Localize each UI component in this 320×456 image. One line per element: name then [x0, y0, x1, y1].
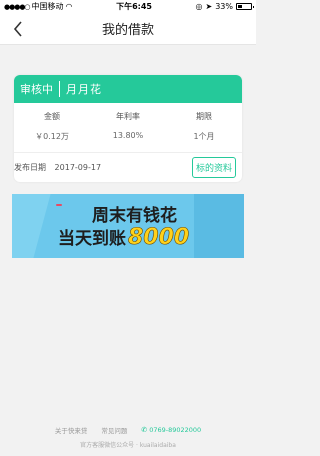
status-bar: ●●●●○ 中国移动 ◠ 下午6:45 ◎ ➤ 33%	[0, 0, 256, 13]
loan-product-name: 月月花	[66, 83, 102, 96]
stat-value: ￥0.12万	[35, 132, 69, 141]
loan-status-badge: 审核中	[20, 83, 53, 96]
loan-stats: 金额 ￥0.12万 年利率 13.80% 期限 1个月	[14, 103, 242, 153]
stat-label: 金额	[44, 112, 60, 121]
stat-term: 期限 1个月	[166, 111, 242, 142]
nav-bar: 我的借款	[0, 13, 256, 45]
battery-icon	[236, 3, 254, 10]
location-icon: ➤	[205, 2, 213, 11]
chevron-left-icon	[13, 21, 22, 37]
banner-decoration	[194, 194, 244, 258]
stat-amount: 金额 ￥0.12万	[14, 111, 90, 142]
footer-phone[interactable]: ✆ 0769-89022000	[141, 426, 201, 434]
footer: 关于快来贷 常见问题 ✆ 0769-89022000 官方客服微信公众号 · k…	[0, 425, 256, 449]
page-title: 我的借款	[101, 23, 154, 38]
footer-phone-number: 0769-89022000	[149, 426, 202, 434]
status-left: ●●●●○ 中国移动 ◠	[4, 1, 73, 12]
publish-date-value: 2017-09-17	[54, 163, 102, 172]
footer-links: 关于快来贷 常见问题 ✆ 0769-89022000	[0, 425, 256, 435]
stat-label: 期限	[196, 112, 212, 121]
battery-percent: 33%	[215, 2, 233, 11]
carrier-label: 中国移动	[31, 2, 64, 11]
phone-icon: ✆	[141, 426, 148, 434]
footer-link-faq[interactable]: 常见问题	[101, 425, 127, 435]
footer-link-about[interactable]: 关于快来贷	[55, 425, 88, 435]
loan-docs-button[interactable]: 标的资料	[191, 157, 236, 178]
promo-banner[interactable]: 周末有钱花 当天到账 8000	[12, 194, 244, 258]
loan-card-header: 审核中 月月花	[14, 75, 242, 103]
loan-card[interactable]: 审核中 月月花 金额 ￥0.12万 年利率 13.80% 期限 1个月 发布日期…	[14, 75, 242, 182]
banner-subline: 当天到账 8000	[58, 224, 190, 251]
publish-date-label: 发布日期	[14, 163, 46, 172]
banner-tag	[56, 204, 62, 206]
back-button[interactable]	[8, 19, 28, 39]
stat-value: 1个月	[193, 132, 215, 141]
status-right: ◎ ➤ 33%	[195, 2, 254, 11]
stat-rate: 年利率 13.80%	[90, 111, 166, 142]
publish-info: 发布日期 2017-09-17	[14, 162, 101, 173]
signal-icon: ●●●●○	[4, 2, 31, 11]
status-time: 下午6:45	[116, 2, 152, 11]
footer-wechat: 官方客服微信公众号 · kuailaidaiba	[80, 442, 176, 449]
alarm-icon: ◎	[195, 2, 203, 11]
banner-subline-text: 当天到账	[58, 229, 126, 249]
stat-value: 13.80%	[112, 131, 144, 140]
header-divider	[59, 81, 60, 97]
wifi-icon: ◠	[65, 2, 73, 11]
stat-label: 年利率	[116, 112, 140, 121]
banner-amount: 8000	[128, 225, 190, 251]
publish-row: 发布日期 2017-09-17 标的资料	[14, 153, 242, 182]
banner-decoration	[12, 194, 51, 258]
banner-headline: 周末有钱花	[92, 206, 177, 226]
